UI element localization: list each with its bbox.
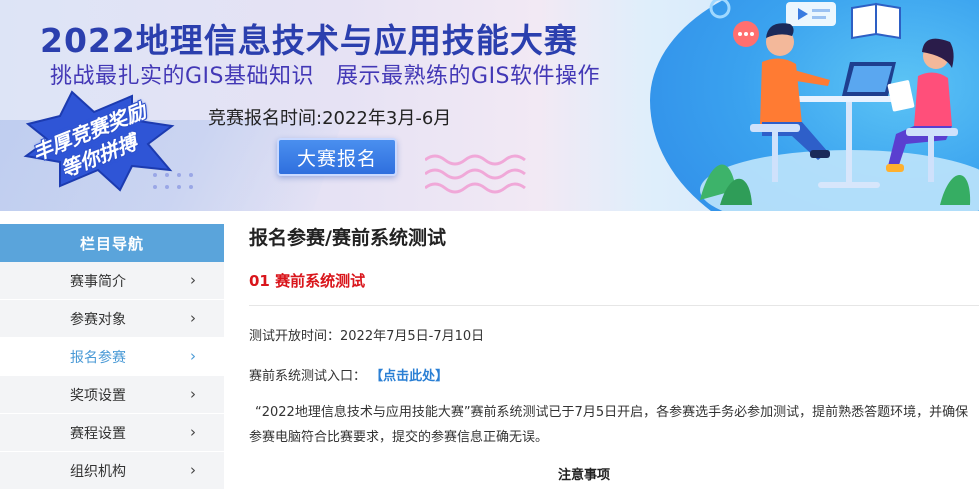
sidebar-item-label: 赛程设置 — [70, 425, 126, 442]
hero-banner: 2022地理信息技术与应用技能大赛 挑战最扎实的GIS基础知识 展示最熟练的GIS… — [0, 0, 979, 211]
main-content: 报名参赛/赛前系统测试 01 赛前系统测试 测试开放时间：2022年7月5日-7… — [249, 224, 979, 483]
sidebar-item-organization[interactable]: 组织机构 › — [0, 452, 224, 490]
test-entry-row: 赛前系统测试入口： 【点击此处】 — [249, 365, 979, 384]
students-illustration — [700, 0, 971, 205]
wave-decor-icon — [425, 154, 526, 194]
sidebar-item-label: 参赛对象 — [70, 311, 126, 328]
click-here-link[interactable]: 【点击此处】 — [370, 369, 448, 384]
slogan-right: 展示最熟练的GIS软件操作 — [336, 64, 601, 89]
section-title: 01 赛前系统测试 — [249, 272, 366, 290]
chevron-right-icon: › — [190, 385, 196, 403]
chevron-right-icon: › — [190, 423, 196, 441]
intro-paragraph: “2022地理信息技术与应用技能大赛”赛前系统测试已于7月5日开启，各参赛选手务… — [249, 405, 969, 445]
test-open-time: 测试开放时间：2022年7月5日-7月10日 — [249, 329, 485, 344]
chevron-right-icon: › — [190, 461, 196, 479]
notice-title: 注意事项 — [557, 468, 610, 483]
sidebar-item-participants[interactable]: 参赛对象 › — [0, 300, 224, 338]
sidebar-item-registration[interactable]: 报名参赛 › — [0, 338, 224, 376]
sidebar-item-schedule[interactable]: 赛程设置 › — [0, 414, 224, 452]
sidebar-item-label: 报名参赛 — [70, 349, 126, 366]
chevron-right-icon: › — [190, 271, 196, 289]
sidebar-item-label: 赛事简介 — [70, 273, 126, 290]
sidebar-item-overview[interactable]: 赛事简介 › — [0, 262, 224, 300]
chevron-right-icon: › — [190, 347, 196, 365]
registration-time: 竞赛报名时间:2022年3月-6月 — [208, 108, 452, 129]
sidebar-nav: 栏目导航 赛事简介 › 参赛对象 › 报名参赛 › 奖项设置 › 赛程设置 › … — [0, 224, 224, 490]
dots-decor-icon — [153, 173, 193, 189]
sidebar-header: 栏目导航 — [0, 224, 224, 262]
section-divider — [249, 305, 979, 306]
sidebar-item-label: 组织机构 — [70, 463, 126, 480]
chevron-right-icon: › — [190, 309, 196, 327]
sidebar-item-awards[interactable]: 奖项设置 › — [0, 376, 224, 414]
page-title: 报名参赛/赛前系统测试 — [249, 227, 446, 249]
test-entry-label: 赛前系统测试入口： — [249, 369, 367, 384]
sidebar-item-label: 奖项设置 — [70, 387, 126, 404]
register-button[interactable]: 大赛报名 — [277, 138, 397, 176]
banner-title: 2022地理信息技术与应用技能大赛 — [40, 21, 578, 60]
